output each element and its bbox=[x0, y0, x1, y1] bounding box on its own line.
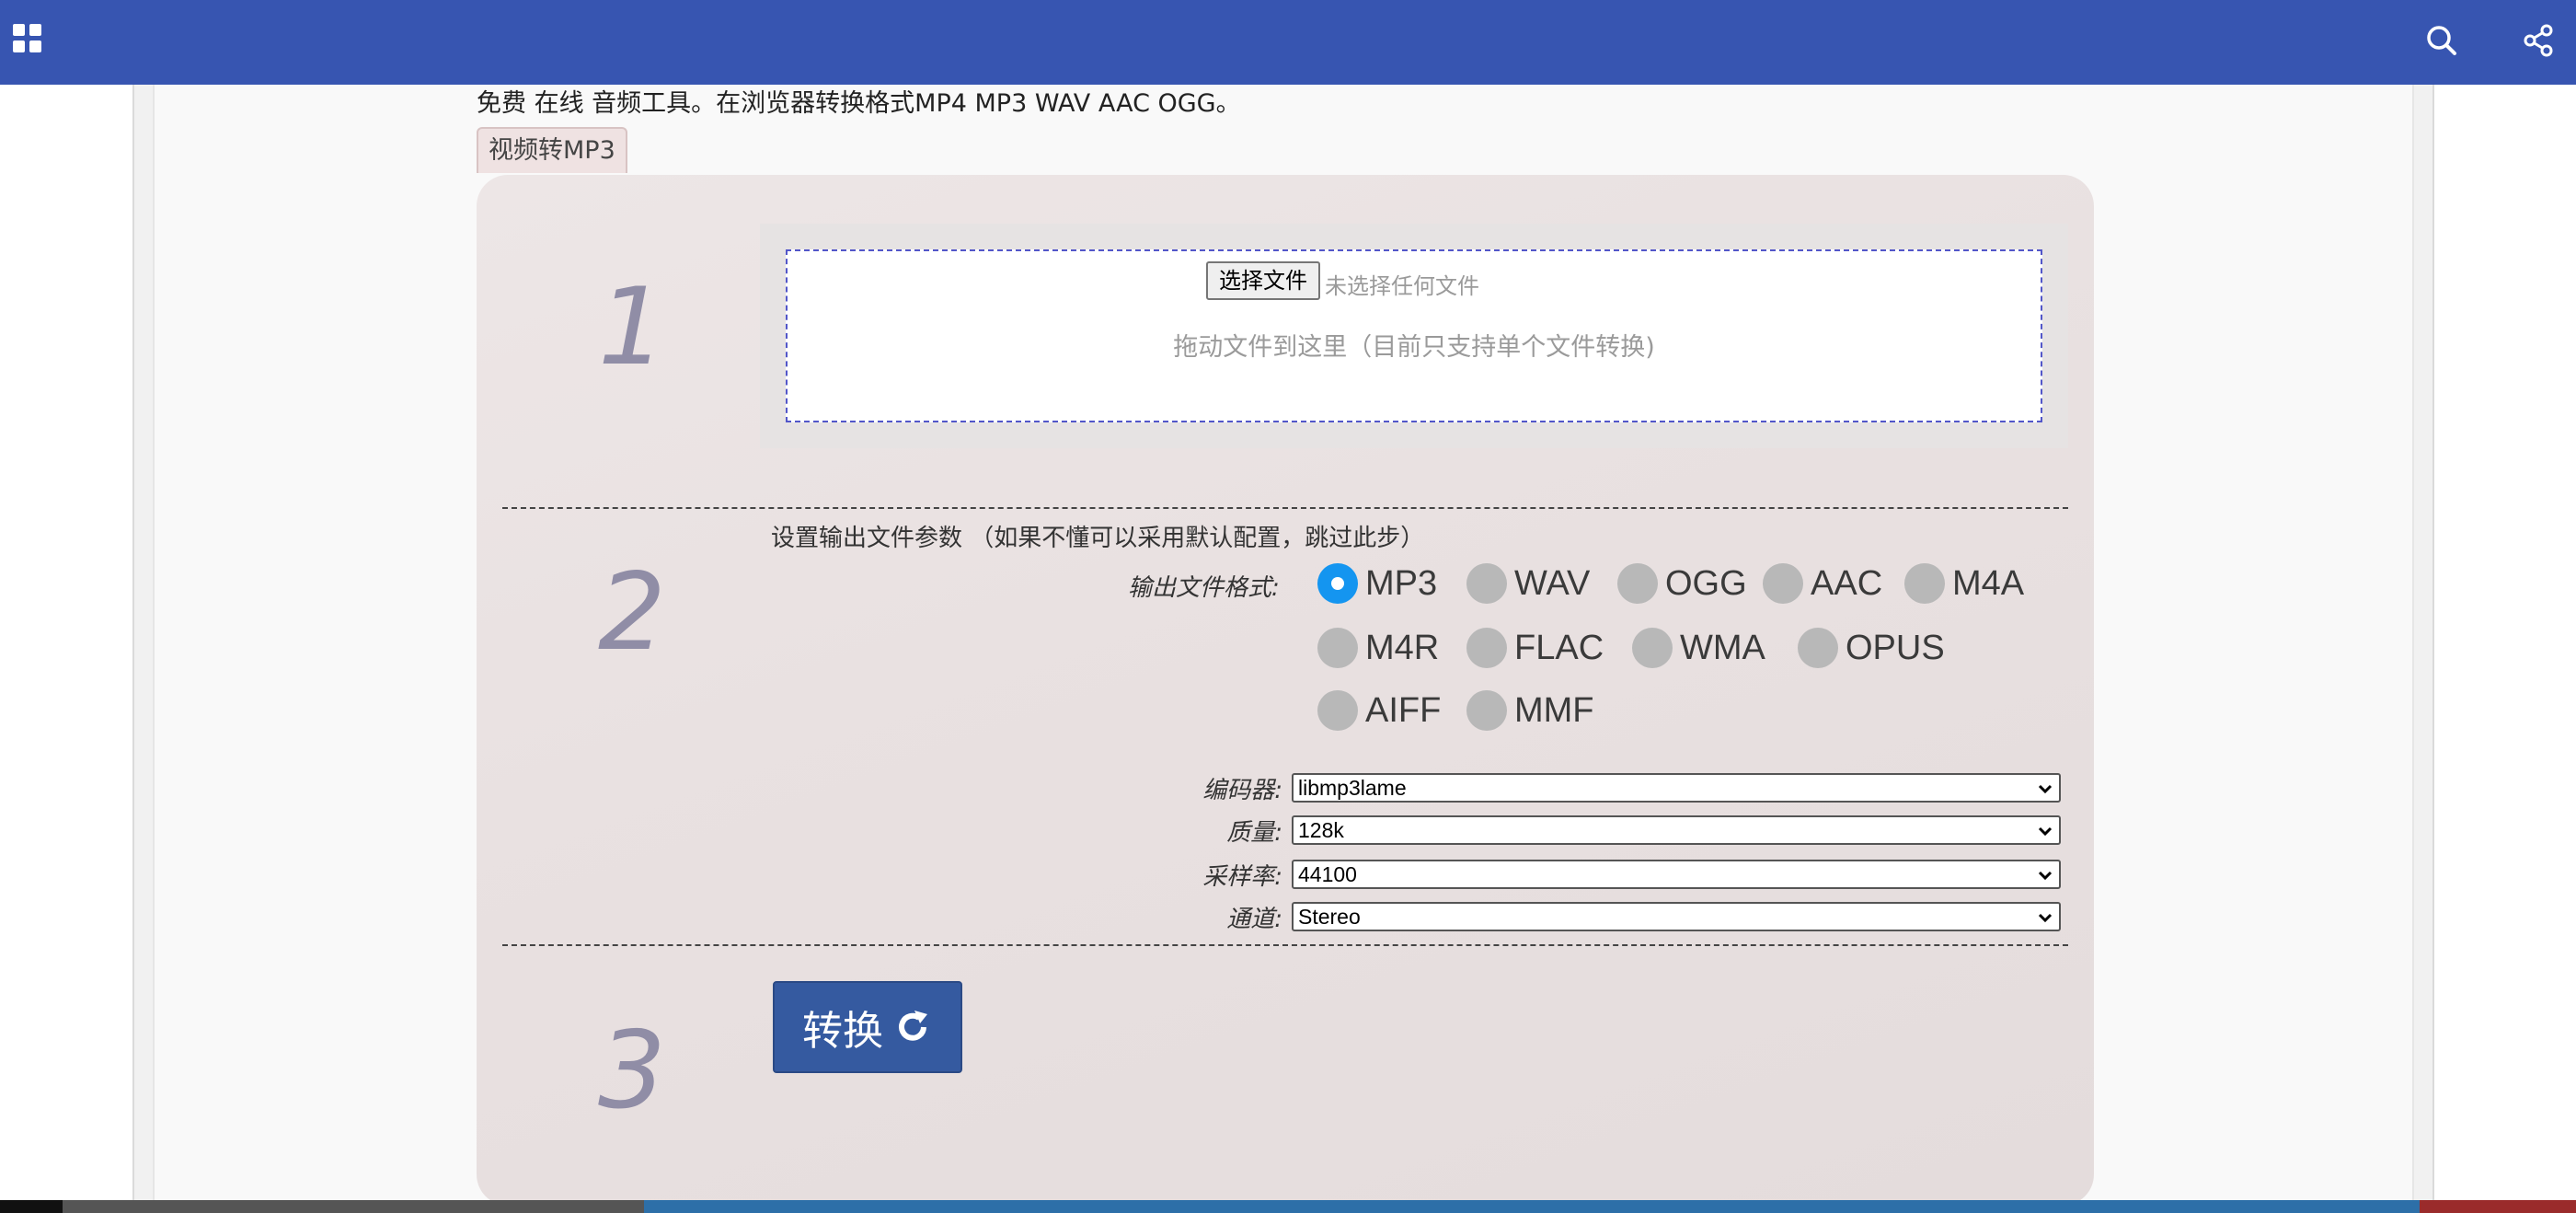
divider bbox=[502, 944, 2068, 946]
tab-video-to-mp3[interactable]: 视频转MP3 bbox=[477, 127, 627, 173]
encoder-value: libmp3lame bbox=[1298, 776, 1407, 800]
chevron-down-icon bbox=[2038, 784, 2053, 794]
format-label: WAV bbox=[1514, 563, 1591, 603]
radio-icon[interactable] bbox=[1466, 563, 1507, 604]
top-app-bar bbox=[0, 0, 2576, 85]
radio-icon[interactable] bbox=[1466, 628, 1507, 668]
format-option-mmf[interactable]: MMF bbox=[1466, 690, 1594, 731]
format-option-mp3[interactable]: MP3 bbox=[1317, 563, 1437, 604]
format-label: AIFF bbox=[1365, 690, 1442, 730]
radio-icon[interactable] bbox=[1617, 563, 1658, 604]
page-left-margin bbox=[0, 85, 134, 1202]
apps-grid-icon[interactable] bbox=[13, 24, 44, 55]
refresh-icon bbox=[899, 1011, 927, 1041]
format-label: OPUS bbox=[1846, 628, 1945, 667]
drop-hint: 拖动文件到这里（目前只支持单个文件转换) bbox=[1173, 333, 1655, 362]
sample-rate-value: 44100 bbox=[1298, 862, 1357, 886]
format-label: M4R bbox=[1365, 628, 1440, 667]
step-number-3: 3 bbox=[598, 1009, 666, 1133]
no-file-text: 未选择任何文件 bbox=[1325, 273, 1479, 299]
share-icon[interactable] bbox=[2519, 20, 2559, 61]
format-label: WMA bbox=[1680, 628, 1765, 667]
format-option-wav[interactable]: WAV bbox=[1466, 563, 1590, 604]
format-option-aac[interactable]: AAC bbox=[1763, 563, 1882, 604]
quality-value: 128k bbox=[1298, 818, 1344, 842]
channel-select[interactable]: Stereo bbox=[1292, 902, 2061, 931]
format-option-m4a[interactable]: M4A bbox=[1904, 563, 2024, 604]
intro-text: 免费 在线 音频工具。在浏览器转换格式MP4 MP3 WAV AAC OGG。 bbox=[477, 89, 1241, 118]
settings-title: 设置输出文件参数 （如果不懂可以采用默认配置，跳过此步） bbox=[771, 525, 1425, 552]
sample-rate-select[interactable]: 44100 bbox=[1292, 860, 2061, 889]
quality-label: 质量: bbox=[1226, 819, 1282, 847]
chevron-down-icon bbox=[2038, 871, 2053, 881]
format-option-aiff[interactable]: AIFF bbox=[1317, 690, 1441, 731]
radio-icon[interactable] bbox=[1466, 690, 1507, 731]
encoder-label: 编码器: bbox=[1202, 777, 1282, 804]
quality-select[interactable]: 128k bbox=[1292, 815, 2061, 845]
choose-file-button[interactable]: 选择文件 bbox=[1206, 261, 1320, 300]
output-format-label: 输出文件格式: bbox=[1128, 574, 1280, 602]
page-right-margin bbox=[2432, 85, 2576, 1202]
search-icon[interactable] bbox=[2421, 20, 2462, 61]
sample-rate-label: 采样率: bbox=[1202, 863, 1282, 891]
radio-icon[interactable] bbox=[1317, 690, 1358, 731]
converter-panel: 1 选择文件 未选择任何文件 拖动文件到这里（目前只支持单个文件转换) 2 设置… bbox=[477, 175, 2094, 1206]
radio-icon[interactable] bbox=[1904, 563, 1945, 604]
format-option-ogg[interactable]: OGG bbox=[1617, 563, 1747, 604]
file-drop-wrapper: 选择文件 未选择任何文件 拖动文件到这里（目前只支持单个文件转换) bbox=[760, 224, 2068, 448]
format-option-wma[interactable]: WMA bbox=[1632, 628, 1765, 668]
bottom-taskbar-strip bbox=[0, 1200, 2576, 1213]
format-label: AAC bbox=[1811, 563, 1883, 603]
convert-button-label: 转换 bbox=[802, 1008, 883, 1055]
step-number-1: 1 bbox=[598, 265, 666, 389]
radio-selected-icon[interactable] bbox=[1317, 563, 1358, 604]
chevron-down-icon bbox=[2038, 913, 2053, 923]
file-drop-zone[interactable]: 选择文件 未选择任何文件 拖动文件到这里（目前只支持单个文件转换) bbox=[786, 249, 2042, 422]
format-option-opus[interactable]: OPUS bbox=[1798, 628, 1945, 668]
format-label: M4A bbox=[1952, 563, 2025, 603]
format-label: FLAC bbox=[1514, 628, 1604, 667]
radio-icon[interactable] bbox=[1317, 628, 1358, 668]
step-number-2: 2 bbox=[598, 550, 666, 675]
radio-icon[interactable] bbox=[1798, 628, 1838, 668]
encoder-select[interactable]: libmp3lame bbox=[1292, 773, 2061, 803]
convert-button[interactable]: 转换 bbox=[773, 981, 962, 1073]
format-option-m4r[interactable]: M4R bbox=[1317, 628, 1439, 668]
format-label: MMF bbox=[1514, 690, 1594, 730]
format-label: MP3 bbox=[1365, 563, 1438, 603]
divider bbox=[502, 507, 2068, 509]
radio-icon[interactable] bbox=[1632, 628, 1673, 668]
channel-label: 通道: bbox=[1226, 906, 1282, 933]
format-option-flac[interactable]: FLAC bbox=[1466, 628, 1604, 668]
channel-value: Stereo bbox=[1298, 905, 1361, 929]
chevron-down-icon bbox=[2038, 826, 2053, 837]
format-label: OGG bbox=[1665, 563, 1747, 603]
radio-icon[interactable] bbox=[1763, 563, 1803, 604]
